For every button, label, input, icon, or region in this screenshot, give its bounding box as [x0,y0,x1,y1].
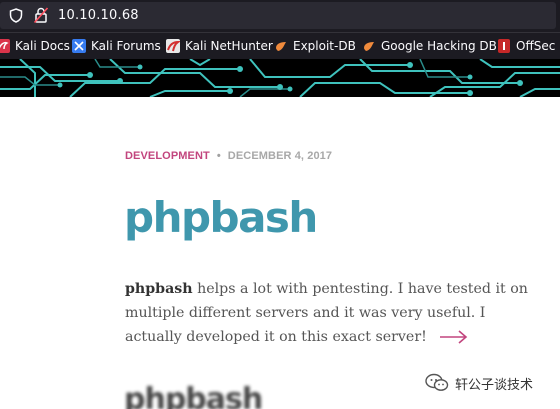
kali-forums-icon [72,39,86,53]
watermark: 轩公子谈技术 [425,373,533,393]
bookmark-kali-docs[interactable]: Kali Docs [0,38,70,54]
circuit-board-image [0,59,560,97]
lock-warning-icon[interactable] [34,7,48,23]
kali-dragon-icon [0,39,10,53]
exploit-db-icon [364,42,374,51]
excerpt-bold: phpbash [125,281,193,297]
wechat-icon [425,373,449,391]
address-bar[interactable]: 10.10.10.68 [0,2,556,29]
bookmark-kali-forums[interactable]: Kali Forums [72,38,161,54]
watermark-text: 轩公子谈技术 [455,377,534,393]
post-meta: DEVELOPMENT • DECEMBER 4, 2017 [125,150,332,162]
post-date[interactable]: DECEMBER 4, 2017 [228,150,332,162]
offsec-icon [498,39,510,53]
post-excerpt: phpbash helps a lot with pentesting. I h… [125,277,530,349]
browser-toolbar: 10.10.10.68 [0,0,560,32]
bookmarks-toolbar: Kali Docs Kali Forums Kali NetHunter Exp… [0,32,560,59]
post-category-link[interactable]: DEVELOPMENT [125,150,210,162]
bookmark-offsec[interactable]: OffSec [497,38,555,54]
next-post-title[interactable]: phpbash [124,382,263,409]
exploit-db-icon [276,42,286,51]
nethunter-icon [166,39,180,53]
header-banner [0,59,560,97]
meta-separator: • [216,150,221,162]
bookmark-exploit-db[interactable]: Exploit-DB [274,38,356,54]
bookmark-kali-nethunter[interactable]: Kali NetHunter [166,38,273,54]
url-text[interactable]: 10.10.10.68 [58,8,139,23]
read-more-arrow-icon[interactable] [439,330,469,344]
shield-icon[interactable] [9,8,23,23]
bookmark-google-hacking-db[interactable]: Google Hacking DB [362,38,497,54]
post-title-link[interactable]: phpbash [124,193,318,242]
